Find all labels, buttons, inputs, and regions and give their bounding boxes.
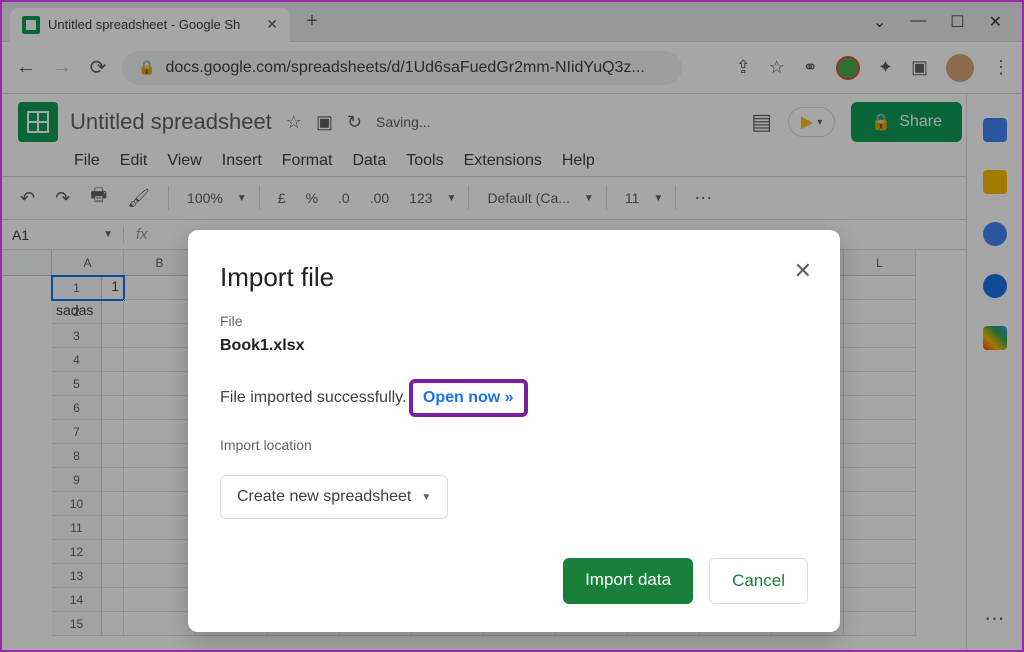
chevron-down-icon: ▼ xyxy=(421,492,431,503)
import-location-select[interactable]: Create new spreadsheet ▼ xyxy=(220,475,448,519)
import-file-dialog: Import file ✕ File Book1.xlsx File impor… xyxy=(188,230,840,632)
close-dialog-button[interactable]: ✕ xyxy=(794,258,812,284)
import-status: File imported successfully. xyxy=(220,389,406,406)
import-data-button[interactable]: Import data xyxy=(563,558,693,604)
file-name: Book1.xlsx xyxy=(220,337,808,355)
cancel-button[interactable]: Cancel xyxy=(709,558,808,604)
open-now-link[interactable]: Open now » xyxy=(409,379,528,417)
dialog-title: Import file xyxy=(220,262,808,293)
import-location-label: Import location xyxy=(220,437,808,453)
file-label: File xyxy=(220,313,808,329)
